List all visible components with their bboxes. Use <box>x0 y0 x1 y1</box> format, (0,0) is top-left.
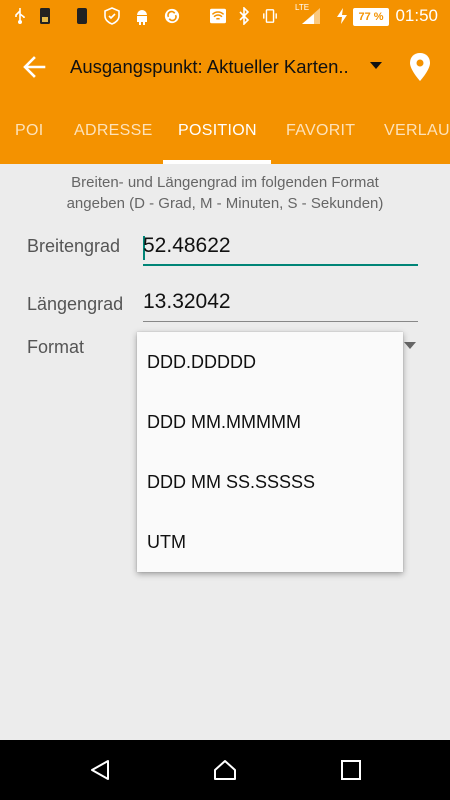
format-hint-line-1: Breiten- und Längengrad im folgenden For… <box>71 174 379 191</box>
format-hint: Breiten- und Längengrad im folgenden For… <box>0 172 450 214</box>
format-dropdown: DDD.DDDDD DDD MM.MMMMM DDD MM SS.SSSSS U… <box>137 332 403 572</box>
signal-icon <box>300 6 322 26</box>
usb-icon <box>12 6 28 26</box>
latitude-underline <box>143 264 418 266</box>
sd-card-icon <box>37 6 53 26</box>
latitude-value: 52.48622 <box>143 234 231 257</box>
wifi-icon <box>210 6 226 26</box>
clock: 01:50 <box>395 6 438 25</box>
format-option-ddd[interactable]: DDD.DDDDD <box>147 352 256 373</box>
longitude-label: Längengrad <box>27 294 124 314</box>
sync-icon <box>164 6 180 26</box>
back-nav-icon[interactable] <box>88 758 112 782</box>
latitude-input[interactable]: 52.48622 <box>143 234 418 266</box>
tab-adresse[interactable]: ADRESSE <box>74 122 153 140</box>
shield-icon <box>104 6 120 26</box>
arrow-left-icon[interactable] <box>22 54 48 80</box>
tab-verlauf[interactable]: VERLAU <box>384 122 450 140</box>
tab-bar: POI ADRESSE POSITION FAVORIT VERLAU <box>0 102 450 164</box>
tab-poi[interactable]: POI <box>15 122 43 140</box>
map-pin-icon[interactable] <box>408 52 432 82</box>
system-nav-bar <box>0 740 450 800</box>
title-dropdown-icon[interactable] <box>370 62 382 69</box>
format-spinner-arrow-icon[interactable] <box>404 342 416 349</box>
longitude-underline <box>143 321 418 322</box>
tab-favorit[interactable]: FAVORIT <box>286 122 355 140</box>
longitude-input[interactable]: 13.32042 <box>143 290 418 322</box>
format-label: Format <box>27 337 85 357</box>
phone-icon <box>74 6 90 26</box>
home-nav-icon[interactable] <box>213 758 237 782</box>
charging-icon <box>334 6 350 26</box>
tab-position[interactable]: POSITION <box>178 122 257 140</box>
recents-nav-icon[interactable] <box>339 758 363 782</box>
start-point-title[interactable]: Ausgangspunkt: Aktueller Karten.. <box>70 56 349 78</box>
format-hint-line-2: angeben (D - Grad, M - Minuten, S - Seku… <box>66 195 384 212</box>
format-option-ddd-mm[interactable]: DDD MM.MMMMM <box>147 412 301 433</box>
format-option-utm[interactable]: UTM <box>147 532 186 553</box>
format-option-ddd-mm-ss[interactable]: DDD MM SS.SSSSS <box>147 472 315 493</box>
status-bar: LTE 77 % 01:50 <box>0 0 450 32</box>
android-icon <box>134 6 150 26</box>
vibrate-icon <box>262 6 278 26</box>
latitude-label: Breitengrad <box>27 236 121 256</box>
bluetooth-icon <box>236 6 252 26</box>
active-tab-indicator <box>163 160 271 164</box>
battery-indicator: 77 % <box>353 8 389 26</box>
app-toolbar: Ausgangspunkt: Aktueller Karten.. <box>0 32 450 102</box>
longitude-value: 13.32042 <box>143 290 231 313</box>
